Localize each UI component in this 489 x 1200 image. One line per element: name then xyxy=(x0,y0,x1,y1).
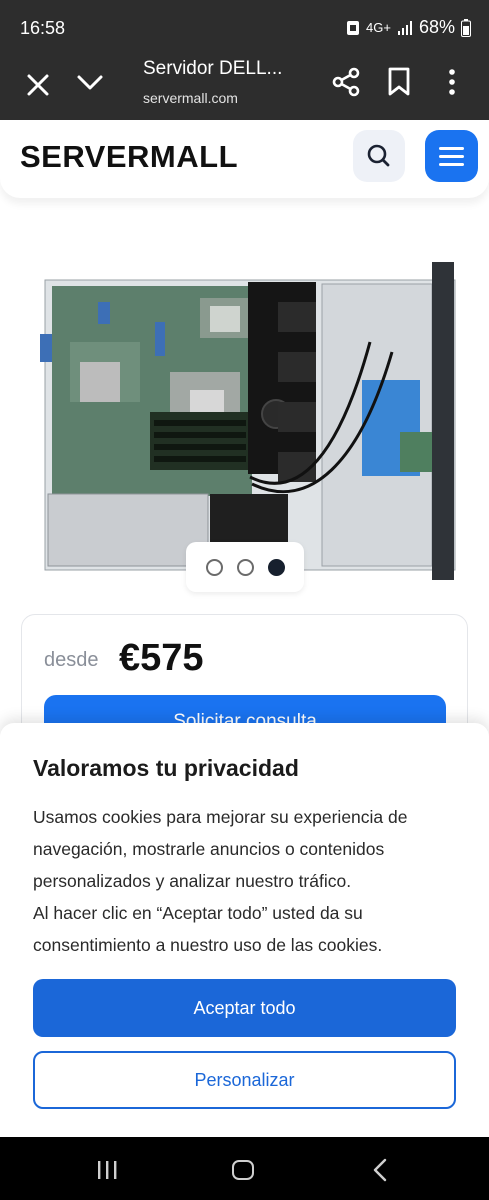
bookmark-icon[interactable] xyxy=(386,66,412,98)
back-icon[interactable] xyxy=(372,1158,388,1182)
search-icon xyxy=(367,144,390,167)
recent-apps-icon[interactable] xyxy=(96,1160,118,1180)
customize-button[interactable]: Personalizar xyxy=(33,1051,456,1109)
menu-line xyxy=(439,163,464,166)
page-url[interactable]: servermall.com xyxy=(143,90,238,106)
status-time: 16:58 xyxy=(20,18,66,38)
price-from-label: desde xyxy=(44,649,99,671)
site-logo[interactable]: SERVERMALL xyxy=(20,139,238,175)
close-icon[interactable] xyxy=(22,69,54,101)
home-icon[interactable] xyxy=(232,1160,254,1180)
cookie-text: Usamos cookies para mejorar su experienc… xyxy=(33,801,463,961)
signal-icon xyxy=(397,20,412,35)
system-nav-bar xyxy=(0,1137,489,1200)
search-button[interactable] xyxy=(353,130,405,182)
menu-line xyxy=(439,147,464,150)
status-bar: 16:58 4G+ 68% xyxy=(0,0,489,58)
cookie-title: Valoramos tu privacidad xyxy=(33,755,299,781)
cookie-consent-dialog: Valoramos tu privacidad Usamos cookies p… xyxy=(0,723,489,1137)
share-icon[interactable] xyxy=(330,66,362,98)
product-image[interactable] xyxy=(40,262,460,584)
battery-percent: 68% xyxy=(418,17,455,37)
page-title[interactable]: Servidor DELL... xyxy=(143,58,282,80)
chevron-down-icon[interactable] xyxy=(74,66,106,98)
browser-toolbar: Servidor DELL... servermall.com xyxy=(0,58,489,120)
status-icons: 4G+ 68% xyxy=(346,17,471,38)
cookie-text-1: Usamos cookies para mejorar su experienc… xyxy=(33,807,408,891)
notification-icon xyxy=(347,20,360,35)
accept-all-button[interactable]: Aceptar todo xyxy=(33,979,456,1037)
menu-button[interactable] xyxy=(425,130,478,182)
cookie-text-2: Al hacer clic en “Aceptar todo” usted da… xyxy=(33,903,383,955)
carousel-dots xyxy=(186,542,304,592)
carousel-dot-active[interactable] xyxy=(267,558,285,576)
battery-icon xyxy=(461,18,471,37)
network-type: 4G+ xyxy=(366,20,391,35)
menu-line xyxy=(439,155,464,158)
carousel-dot[interactable] xyxy=(205,558,223,576)
price-value: €575 xyxy=(119,637,204,679)
carousel-dot[interactable] xyxy=(236,558,254,576)
site-header: SERVERMALL xyxy=(0,120,489,198)
more-vert-icon[interactable] xyxy=(437,66,467,98)
